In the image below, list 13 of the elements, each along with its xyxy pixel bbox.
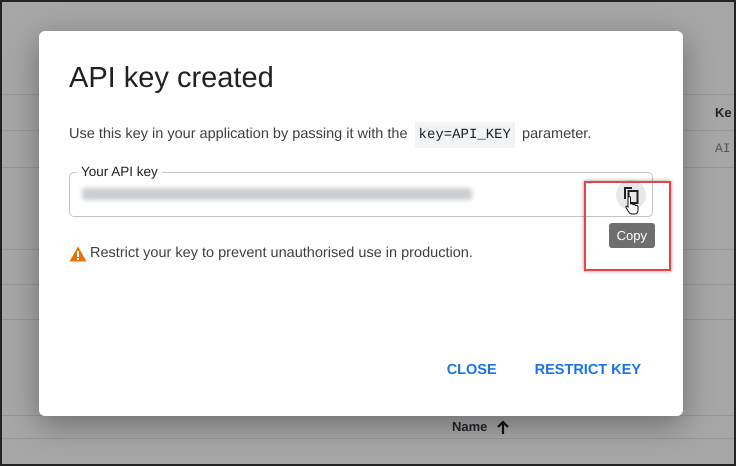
table-cell-text: AI (715, 140, 731, 158)
restrict-key-button[interactable]: RESTRICT KEY (526, 356, 649, 386)
instruction-text: Use this key in your application by passing it with the key=API_KEY parameter. (69, 124, 653, 146)
column-header[interactable]: Name (452, 417, 488, 437)
warning-text: Restrict your key to prevent unauthorised use in production. (90, 244, 473, 263)
tooltip: Copy (608, 222, 655, 248)
close-button[interactable]: CLOSE (438, 356, 505, 386)
hand-cursor-icon (624, 194, 640, 215)
sort-arrow-icon (497, 419, 510, 435)
warning-icon (69, 246, 87, 262)
copy-icon (623, 186, 639, 204)
dialog-title: API key created (69, 61, 275, 96)
column-header: Ke (715, 104, 732, 122)
